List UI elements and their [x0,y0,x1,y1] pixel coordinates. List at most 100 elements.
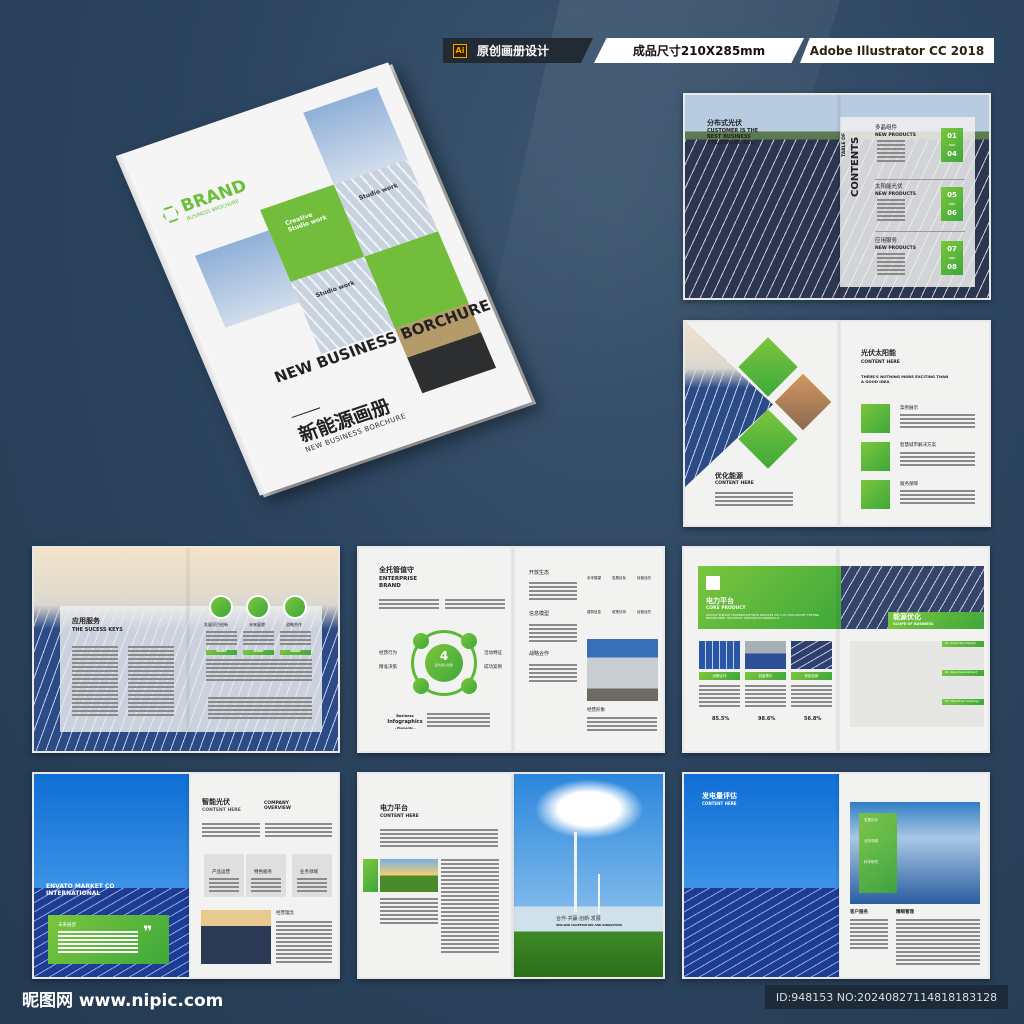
spread-wind-power: 电力平台 CONTENT HERE 合作·共赢·创新·发展 WIN-WIN CO… [357,772,665,979]
envato-title: ENVATO MARKET CO INTERNATIONAL [46,883,115,897]
grid-label: 经营目的 [637,610,651,614]
text [379,599,439,611]
item-text [900,414,975,430]
building-icon [706,576,720,590]
left-label: 精准决策 [379,665,397,670]
wind-turbine-photo: 合作·共赢·创新·发展 WIN-WIN COOPERATION AND INNO… [514,774,663,977]
photo-caption: 经营形象 [587,708,605,713]
text [297,878,327,892]
spread-power-assessment: 发电量评估 CONTENT HERE 发展目标 业务领域 科学研究 客户服务 精… [682,772,990,979]
spread-power-platform: 电力平台 CORE PRODUCT QUICKLY PURSUE COOPERA… [682,546,990,753]
green-header-block: 电力平台 CORE PRODUCT QUICKLY PURSUE COOPERA… [698,566,841,629]
heading: 战略合作 [529,651,550,657]
bulb-icon [413,633,429,649]
page-range: 01—04 [941,128,963,162]
column-title: 客户服务 [850,910,868,915]
grid-label: 未来展望 [587,576,601,580]
card-label: 战略合作 [699,672,740,680]
scope-banner: 能源优化 SCOPE OF BUSINESS [888,612,984,629]
card-percent: 98.6% [758,716,776,722]
circle-label: 战略合作 [286,622,302,627]
left-subtitle: CONTENT HERE [715,481,754,486]
text [243,631,274,645]
page-from: 07 [947,245,957,253]
toc-title: 分布式光伏 [707,119,742,127]
section-subtitle: CONTENT HERE [380,814,419,819]
quote-text [58,931,138,955]
section-items [877,140,905,162]
contents-panel: TABLE OF CONTENTS 多晶组件 NEW PRODUCTS 01—0… [840,117,975,287]
scope-list [850,641,984,727]
grid-label: 发展目标 [612,576,626,580]
cloud [534,779,644,839]
section-title: 全托管值守 [379,566,414,574]
toc-subtitle: CUSTOMER IS THE BEST BUSINESS STRATEG OF… [707,128,759,146]
left-label: 经营行为 [379,651,397,656]
section-subtitle: THE SUCESS KEYS [72,627,123,633]
section-en: NEW PRODUCTS [875,192,916,197]
page-from: 01 [947,132,957,140]
text [896,919,980,967]
body-text [715,492,793,506]
section-en: NEW PRODUCTS [875,246,916,251]
text [380,829,498,849]
card-photo [745,641,786,669]
callout-label: 科学研究 [864,860,878,864]
page-to: 08 [947,263,957,271]
toc-section: 太阳能光伏 NEW PRODUCTS 05—06 [875,179,965,231]
column-text [128,646,174,718]
quote-title: 未来展望 [58,923,76,928]
section-cn: 太阳能光伏 [875,184,903,190]
right-label: 活动特征 [484,651,502,656]
block-subtitle: CORE PRODUCT [706,606,746,611]
image-id: ID:948153 NO:20240827114818183128 [765,985,1008,1009]
text [206,631,237,645]
feature-box: 产品运营 [204,854,244,897]
block-description: QUICKLY PURSUE COOPERATIVE META SERVICES… [706,613,820,621]
gear-icon [461,678,477,694]
solar-field-photo [380,859,438,892]
right-subtitle: CONTENT HERE [861,360,900,365]
spread-application-services: 应用服务 THE SUCESS KEYS 发展项目创新 未来展望 战略合作 MO… [32,546,340,753]
tile-text: Creative Studio work [284,211,329,234]
brand-logo: BRAND BUSINESS BROCHURE [158,176,252,229]
item-label: 案例展示 [900,406,918,411]
section-title: 智能光伏 [202,798,230,806]
green-accent [363,859,378,892]
card-text [791,685,832,709]
card-percent: 56.8% [804,716,822,722]
card-label: 积极创新 [791,672,832,680]
text [529,664,577,682]
page-range: 05—06 [941,187,963,221]
center-circle: 4 四大核心优势 [425,644,463,682]
text [427,713,490,729]
house-photo-diamond [774,373,832,431]
section-title: 电力平台 [380,804,408,812]
box-label: 特色服务 [254,870,272,875]
industrial-tank-photo [587,639,658,701]
card-percent: 85.5% [712,716,730,722]
page-to: 04 [947,150,957,158]
hexagon-icon [160,204,181,224]
item-label: 服务保障 [900,482,918,487]
column-text [72,646,118,718]
text [441,859,499,953]
card-label: 前景提示 [745,672,786,680]
table-of-label: TABLE OF [842,132,847,157]
item-label: 智慧城市解决方案 [900,443,936,448]
turbine-tower [574,832,577,912]
text [529,582,577,600]
feature-box: 特色服务 [246,854,286,897]
philosophy-label: 经营理念 [276,911,294,916]
text [209,878,239,892]
text [265,823,332,839]
section-subtitle: CONTENT HERE [202,808,241,813]
more-button: MORE [243,649,274,655]
text [587,717,657,733]
label-line: - Elements - [394,725,416,730]
item-text [900,490,975,504]
grid-label: 建筑信息 [587,610,601,614]
rooftop-photo [201,910,271,964]
section-cn: 应用服务 [875,238,898,244]
spread-enterprise-brand: 全托管值守 ENTERPRISE BRAND 4 四大核心优势 经营行为 精准决策… [357,546,665,753]
